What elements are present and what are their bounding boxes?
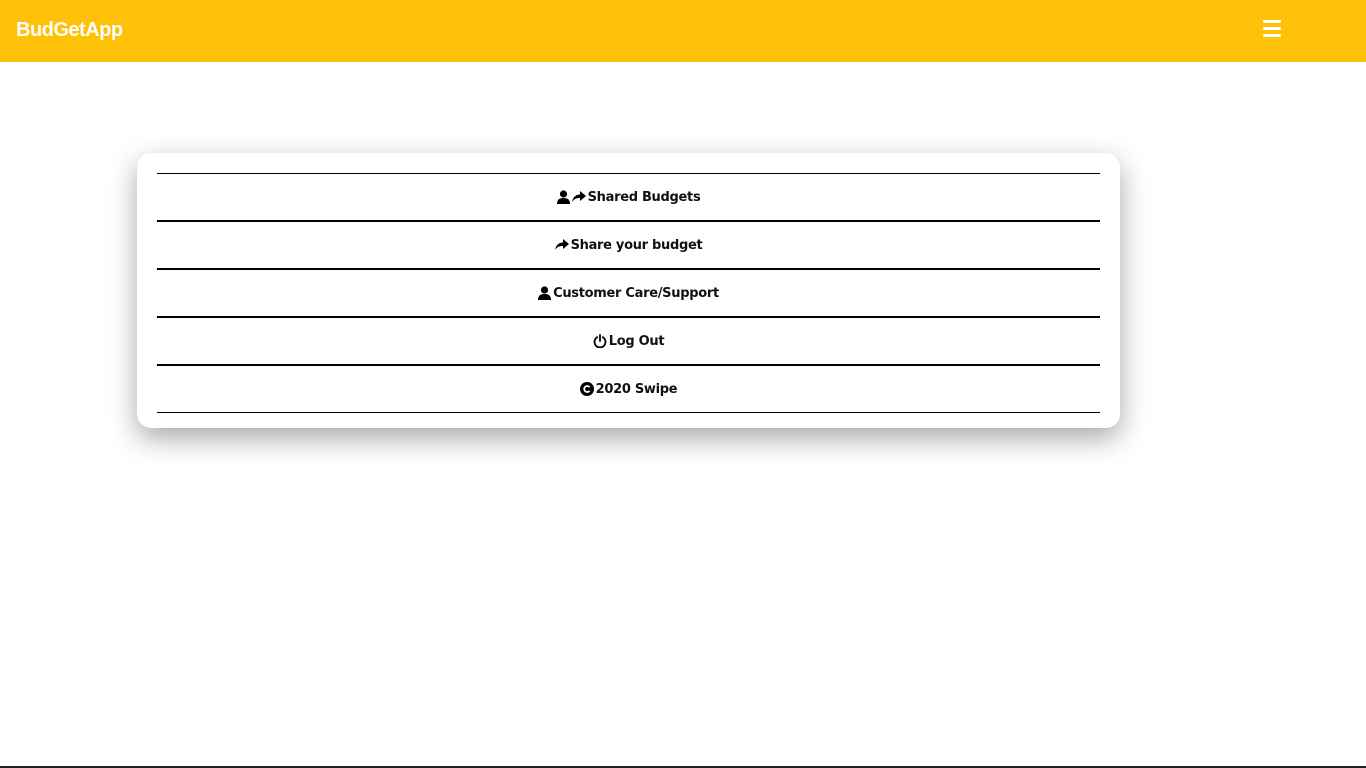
share-arrow-icon: [571, 191, 586, 203]
user-icon: [556, 190, 570, 204]
menu-item-copyright: 2020 Swipe: [157, 366, 1100, 413]
menu-item-label: Customer Care/Support: [553, 285, 719, 301]
brand-logo-text[interactable]: BudGetApp: [16, 17, 123, 43]
power-icon: [593, 334, 607, 348]
hamburger-menu-icon[interactable]: [1263, 20, 1281, 40]
share-arrow-icon: [554, 239, 569, 251]
menu-item-customer-care-support[interactable]: Customer Care/Support: [157, 270, 1100, 318]
menu-item-shared-budgets[interactable]: Shared Budgets: [157, 174, 1100, 222]
menu-item-label: Log Out: [608, 333, 665, 349]
copyright-text: 2020 Swipe: [595, 381, 678, 397]
user-icon: [538, 286, 552, 300]
menu-card: Shared Budgets Share your budget Custome…: [137, 153, 1120, 428]
menu-item-label: Share your budget: [570, 237, 703, 253]
copyright-icon: [579, 382, 594, 396]
menu-item-share-your-budget[interactable]: Share your budget: [157, 222, 1100, 270]
menu-item-label: Shared Budgets: [587, 189, 701, 205]
top-navbar: BudGetApp: [0, 0, 1366, 62]
menu-item-log-out[interactable]: Log Out: [157, 318, 1100, 366]
menu-list: Shared Budgets Share your budget Custome…: [157, 173, 1100, 413]
